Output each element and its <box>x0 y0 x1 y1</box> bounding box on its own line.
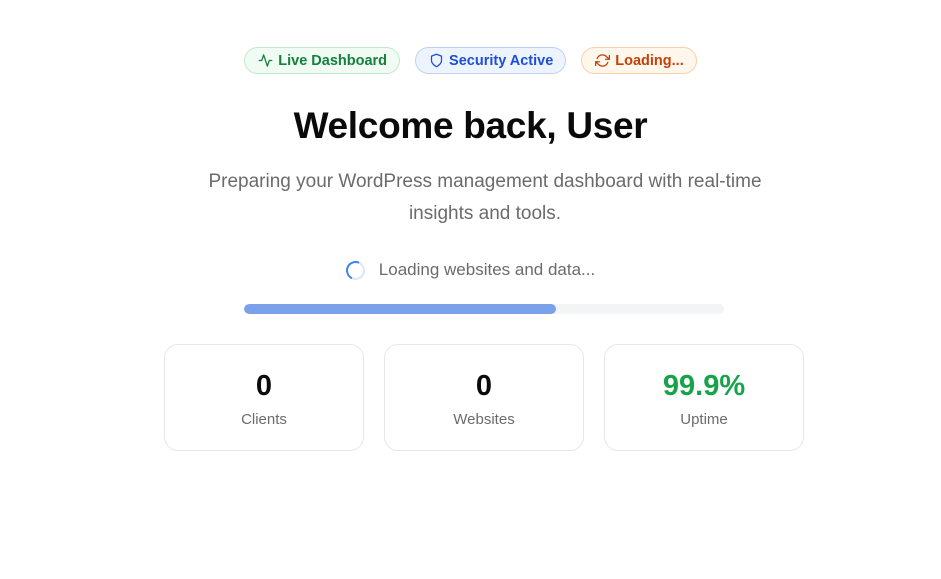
live-dashboard-label: Live Dashboard <box>278 52 388 69</box>
security-active-badge: Security Active <box>415 47 567 74</box>
clients-label: Clients <box>241 411 287 428</box>
uptime-value: 99.9% <box>662 370 746 402</box>
uptime-label: Uptime <box>680 411 728 428</box>
page-title: Welcome back, User <box>293 105 648 146</box>
spinner-icon <box>343 257 368 283</box>
loading-badge: Loading... <box>581 47 697 74</box>
websites-label: Websites <box>453 411 515 428</box>
page-subtitle: Preparing your WordPress management dash… <box>208 171 762 224</box>
progress-bar-fill <box>244 304 556 314</box>
loading-status: Loading websites and data... <box>0 257 941 283</box>
security-active-label: Security Active <box>449 52 554 69</box>
refresh-icon <box>595 54 611 67</box>
activity-icon <box>258 54 273 67</box>
stat-card-websites: 0 Websites <box>384 344 584 451</box>
status-badges: Live Dashboard Security Active Loading..… <box>0 47 941 74</box>
progress-bar <box>244 304 724 314</box>
websites-count: 0 <box>475 370 493 402</box>
stat-card-clients: 0 Clients <box>164 344 364 451</box>
loading-label: Loading... <box>615 52 684 69</box>
stats-row: 0 Clients 0 Websites 99.9% Uptime <box>164 344 804 451</box>
stat-card-uptime: 99.9% Uptime <box>604 344 804 451</box>
loading-dashboard-page: Live Dashboard Security Active Loading..… <box>0 0 941 579</box>
loading-status-text: Loading websites and data... <box>378 260 596 279</box>
clients-count: 0 <box>255 370 273 402</box>
shield-icon <box>430 53 443 68</box>
live-dashboard-badge: Live Dashboard <box>244 47 401 74</box>
